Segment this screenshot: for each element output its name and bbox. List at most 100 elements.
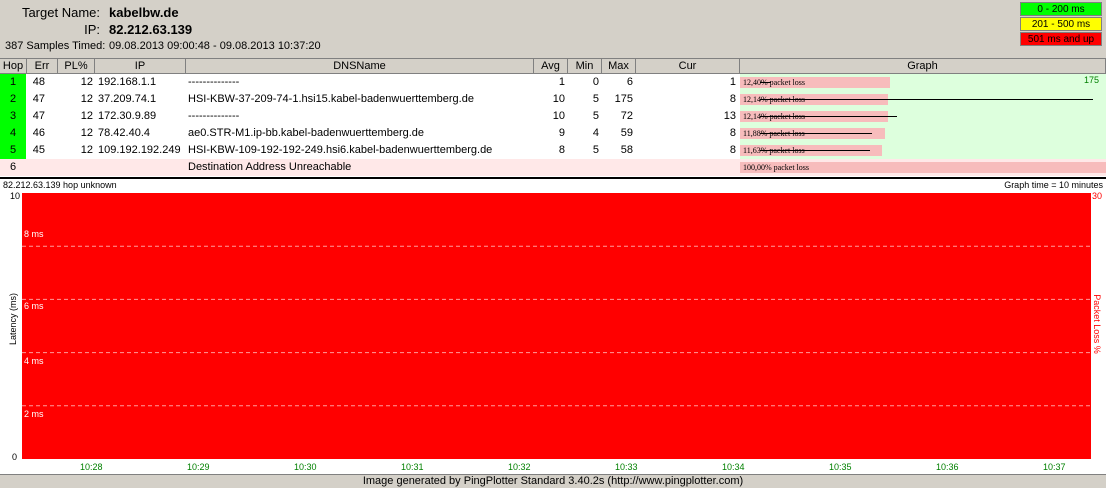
col-graph[interactable]: Graph — [740, 59, 1106, 74]
legend-yellow: 201 - 500 ms — [1020, 17, 1102, 31]
table-row[interactable]: 1 48 12 192.168.1.1 -------------- 1 0 6 1 12,40%… — [0, 74, 1106, 91]
x-tick-label: 10:29 — [187, 462, 210, 472]
hop-number: 5 — [0, 142, 26, 159]
grid-label-2ms: 2 ms — [24, 409, 44, 419]
cur-value: 8 — [729, 93, 736, 105]
packet-loss-text: 100,00% packet loss — [743, 163, 809, 172]
grid-label-8ms: 8 ms — [24, 229, 44, 239]
target-name-label: Target Name: — [21, 5, 100, 20]
dns-name: -------------- — [188, 110, 240, 122]
avg-value: 8 — [558, 144, 565, 156]
x-tick-label: 10:30 — [294, 462, 317, 472]
target-name-value: kabelbw.de — [109, 5, 179, 20]
err-value: 48 — [32, 76, 45, 88]
hop-number: 3 — [0, 108, 26, 125]
samples-label: 387 Samples Timed: — [5, 40, 106, 52]
err-value: 45 — [32, 144, 45, 156]
pl-value: 12 — [80, 127, 93, 139]
legend-green: 0 - 200 ms — [1020, 2, 1102, 16]
table-row[interactable]: 4 46 12 78.42.40.4 ae0.STR-M1.ip-bb.kabel-ba… — [0, 125, 1106, 142]
col-pl[interactable]: PL% — [58, 59, 95, 74]
ip-value: 109.192.192.249 — [98, 144, 181, 156]
x-tick-label: 10:32 — [508, 462, 531, 472]
chart-right-title: Graph time = 10 minutes — [1004, 180, 1103, 190]
min-value: 4 — [592, 127, 599, 139]
err-value: 47 — [32, 110, 45, 122]
avg-value: 10 — [552, 110, 565, 122]
cur-value: 1 — [729, 76, 736, 88]
hop-number: 4 — [0, 125, 26, 142]
err-value: 47 — [32, 93, 45, 105]
x-tick-label: 10:36 — [936, 462, 959, 472]
header: Target Name: kabelbw.de IP: 82.212.63.13… — [0, 0, 1106, 57]
y-axis-bottom: 0 — [12, 452, 18, 462]
latency-range-line — [760, 133, 873, 134]
ip-value: 172.30.9.89 — [98, 110, 157, 122]
hop-number: 6 — [9, 161, 17, 173]
cur-value: 8 — [729, 127, 736, 139]
latency-chart: 82.212.63.139 hop unknown Graph time = 1… — [0, 177, 1106, 476]
footer: Image generated by PingPlotter Standard … — [0, 474, 1106, 488]
col-dnsname[interactable]: DNSName — [186, 59, 534, 74]
col-ip[interactable]: IP — [95, 59, 186, 74]
x-tick-label: 10:28 — [80, 462, 103, 472]
pl-value: 12 — [80, 93, 93, 105]
y2-axis-top: 30 — [1092, 191, 1103, 201]
grid-label-6ms: 6 ms — [24, 301, 44, 311]
dns-name: Destination Address Unreachable — [188, 161, 352, 173]
trace-table: Hop Err PL% IP DNSName Avg Min Max Cur G… — [0, 58, 1106, 177]
cur-value: 8 — [729, 144, 736, 156]
latency-plot — [22, 193, 1091, 459]
y-axis-top: 10 — [10, 191, 21, 201]
legend-red: 501 ms and up — [1020, 32, 1102, 46]
chart-left-title: 82.212.63.139 hop unknown — [3, 180, 117, 190]
dns-name: HSI-KBW-109-192-192-249.hsi6.kabel-baden… — [188, 144, 493, 156]
max-value: 72 — [620, 110, 633, 122]
table-row-unreachable[interactable]: 6 Destination Address Unreachable 100,00… — [0, 159, 1106, 176]
col-min[interactable]: Min — [568, 59, 602, 74]
plot-fill — [22, 193, 1091, 459]
min-value: 0 — [592, 76, 599, 88]
avg-value: 10 — [552, 93, 565, 105]
min-value: 5 — [592, 93, 599, 105]
dns-name: -------------- — [188, 76, 240, 88]
ip-value: 192.168.1.1 — [98, 76, 157, 88]
ip-value: 78.42.40.4 — [98, 127, 150, 139]
col-max[interactable]: Max — [602, 59, 636, 74]
err-value: 46 — [32, 127, 45, 139]
max-value: 59 — [620, 127, 633, 139]
col-cur[interactable]: Cur — [636, 59, 740, 74]
latency-range-line — [760, 116, 897, 117]
pl-value: 12 — [80, 144, 93, 156]
y-axis-label: Latency (ms) — [8, 293, 18, 346]
hop-number: 2 — [0, 91, 26, 108]
dns-name: HSI-KBW-37-209-74-1.hsi15.kabel-badenwue… — [188, 93, 474, 105]
x-tick-label: 10:31 — [401, 462, 424, 472]
pl-value: 12 — [80, 76, 93, 88]
min-value: 5 — [592, 144, 599, 156]
ip-value: 37.209.74.1 — [98, 93, 157, 105]
col-avg[interactable]: Avg — [534, 59, 568, 74]
y2-axis-label: Packet Loss % — [1092, 294, 1102, 354]
samples-value: 09.08.2013 09:00:48 - 09.08.2013 10:37:2… — [109, 40, 321, 52]
table-row[interactable]: 5 45 12 109.192.192.249 HSI-KBW-109-192-192-… — [0, 142, 1106, 159]
table-row[interactable]: 2 47 12 37.209.74.1 HSI-KBW-37-209-74-1.hsi1… — [0, 91, 1106, 108]
x-tick-label: 10:35 — [829, 462, 852, 472]
pl-value: 12 — [80, 110, 93, 122]
latency-range-line — [760, 150, 871, 151]
max-value: 58 — [620, 144, 633, 156]
avg-value: 9 — [558, 127, 565, 139]
grid-label-4ms: 4 ms — [24, 356, 44, 366]
max-value: 6 — [626, 76, 633, 88]
x-tick-label: 10:37 — [1043, 462, 1066, 472]
packet-loss-text: 12,40% packet loss — [743, 78, 805, 87]
x-tick-label: 10:34 — [722, 462, 745, 472]
max-value: 175 — [614, 93, 633, 105]
table-row[interactable]: 3 47 12 172.30.9.89 -------------- 10 5 72 13 12,… — [0, 108, 1106, 125]
col-hop[interactable]: Hop — [0, 59, 27, 74]
latency-range-line — [760, 82, 772, 83]
dns-name: ae0.STR-M1.ip-bb.kabel-badenwuerttemberg… — [188, 127, 425, 139]
hop-number: 1 — [0, 74, 26, 91]
col-err[interactable]: Err — [27, 59, 58, 74]
ip-label: IP: — [84, 22, 100, 37]
